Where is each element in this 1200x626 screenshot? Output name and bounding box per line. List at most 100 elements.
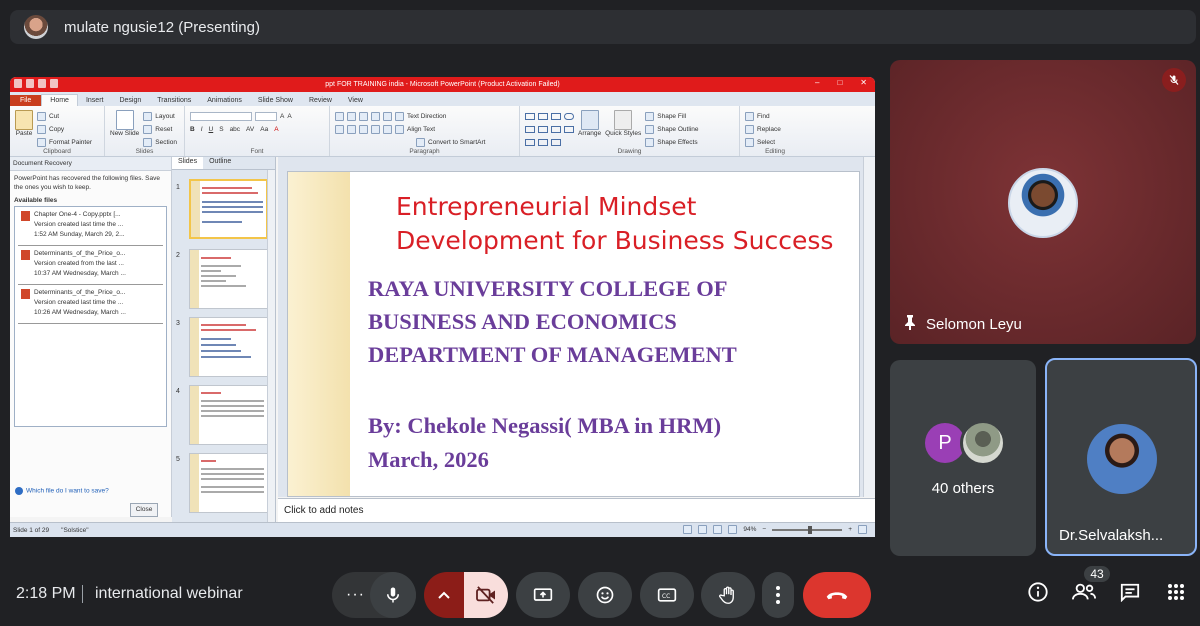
underline-icon[interactable]: U (209, 126, 214, 133)
quick-styles-button[interactable]: Quick Styles (605, 110, 641, 149)
participant-tile-selvalakshmi[interactable]: Dr.Selvalaksh... (1045, 358, 1197, 556)
raise-hand-button[interactable] (701, 572, 755, 618)
bullets-icon[interactable] (335, 112, 344, 121)
slide-thumbnail[interactable] (189, 385, 268, 445)
captions-button[interactable]: CC (640, 572, 694, 618)
reading-view-icon[interactable] (713, 525, 723, 534)
align-right-icon[interactable] (359, 125, 368, 134)
camera-button[interactable] (464, 572, 508, 618)
zoom-in-icon[interactable]: + (848, 526, 852, 533)
tab-view[interactable]: View (340, 95, 371, 106)
tab-slides[interactable]: Slides (172, 157, 204, 169)
reactions-button[interactable] (578, 572, 632, 618)
convert-smartart-button[interactable]: Convert to SmartArt (428, 139, 485, 146)
align-left-icon[interactable] (335, 125, 344, 134)
tab-transitions[interactable]: Transitions (149, 95, 199, 106)
fit-slide-icon[interactable] (858, 525, 867, 534)
text-direction-button[interactable]: Text Direction (407, 113, 446, 120)
replace-icon (745, 125, 754, 134)
slide-scrollbar[interactable] (863, 157, 875, 497)
slide-thumbnail[interactable] (189, 453, 268, 513)
present-screen-button[interactable] (516, 572, 570, 618)
microphone-button[interactable] (370, 572, 416, 618)
slideshow-view-icon[interactable] (728, 525, 738, 534)
bold-icon[interactable]: B (190, 126, 195, 133)
arrange-button[interactable]: Arrange (578, 110, 601, 149)
find-button[interactable]: Find (745, 110, 805, 123)
new-slide-button[interactable]: New Slide (110, 110, 139, 149)
slide-title[interactable]: Entrepreneurial Mindset Development for … (396, 190, 833, 258)
camera-options-button[interactable] (424, 572, 464, 618)
activities-button[interactable] (1164, 580, 1188, 604)
meeting-details-button[interactable] (1026, 580, 1050, 604)
more-audio-options-icon[interactable]: ··· (346, 586, 365, 604)
align-text-button[interactable]: Align Text (407, 126, 435, 133)
sorter-view-icon[interactable] (698, 525, 708, 534)
cut-button[interactable]: Cut (37, 110, 92, 123)
participant-tile-selomon[interactable]: Selomon Leyu (890, 60, 1196, 344)
recovery-close-button[interactable]: Close (130, 503, 158, 517)
more-options-button[interactable] (762, 572, 794, 618)
tab-slide-show[interactable]: Slide Show (250, 95, 301, 106)
redo-icon[interactable] (50, 79, 58, 88)
participant-tile-others[interactable]: P 40 others (890, 360, 1036, 556)
reset-button[interactable]: Reset (143, 123, 177, 136)
camera-off-icon (476, 586, 495, 604)
copy-button[interactable]: Copy (37, 123, 92, 136)
tab-file[interactable]: File (10, 95, 42, 106)
spacing-icon[interactable]: AV (246, 126, 254, 133)
slide-author[interactable]: By: Chekole Negassi( MBA in HRM) March, … (368, 409, 721, 477)
thumbnail-scrollbar[interactable] (267, 170, 275, 522)
case-icon[interactable]: Aa (260, 126, 268, 133)
maximize-icon[interactable]: □ (837, 78, 842, 87)
slide-thumbnail[interactable] (189, 179, 268, 239)
align-center-icon[interactable] (347, 125, 356, 134)
notes-pane[interactable]: Click to add notes (278, 498, 875, 522)
pin-icon[interactable] (904, 314, 916, 334)
which-file-help-link[interactable]: Which file do I want to save? (15, 487, 109, 495)
tab-design[interactable]: Design (111, 95, 149, 106)
grow-font-icon[interactable]: A (280, 113, 284, 120)
line-spacing-icon[interactable] (383, 112, 392, 121)
normal-view-icon[interactable] (683, 525, 693, 534)
undo-icon[interactable] (38, 79, 46, 88)
recovery-file-item[interactable]: Chapter One-4 - Copy.pptx [... Version c… (18, 207, 163, 246)
numbering-icon[interactable] (347, 112, 356, 121)
font-color-icon[interactable]: A (274, 126, 278, 133)
current-slide[interactable]: Entrepreneurial Mindset Development for … (287, 171, 860, 497)
italic-icon[interactable]: I (201, 126, 203, 133)
chat-button[interactable] (1118, 580, 1142, 604)
tab-insert[interactable]: Insert (78, 95, 112, 106)
paste-button[interactable]: Paste (15, 110, 33, 149)
layout-button[interactable]: Layout (143, 110, 177, 123)
font-name-select[interactable] (190, 112, 252, 121)
tab-review[interactable]: Review (301, 95, 340, 106)
minimize-icon[interactable]: – (815, 78, 819, 87)
slide-thumbnail[interactable] (189, 249, 268, 309)
indent-icon[interactable] (359, 112, 368, 121)
close-window-icon[interactable]: ✕ (860, 78, 867, 87)
zoom-out-icon[interactable]: − (762, 526, 766, 533)
shape-fill-button[interactable]: Shape Fill (645, 110, 698, 123)
tab-animations[interactable]: Animations (199, 95, 250, 106)
save-icon[interactable] (26, 79, 34, 88)
tab-home[interactable]: Home (41, 94, 78, 106)
replace-button[interactable]: Replace (745, 123, 805, 136)
strike-icon[interactable]: abc (230, 126, 240, 133)
outdent-icon[interactable] (371, 112, 380, 121)
justify-icon[interactable] (371, 125, 380, 134)
shapes-gallery[interactable] (525, 110, 574, 149)
zoom-slider[interactable] (772, 525, 843, 534)
people-button[interactable] (1072, 580, 1096, 604)
shrink-font-icon[interactable]: A (287, 113, 291, 120)
shadow-icon[interactable]: S (219, 126, 223, 133)
recovery-file-item[interactable]: Determinants_of_the_Price_o... Version c… (18, 285, 163, 324)
tab-outline[interactable]: Outline (203, 157, 237, 169)
leave-call-button[interactable] (803, 572, 871, 618)
font-size-select[interactable] (255, 112, 277, 121)
slide-thumbnail[interactable] (189, 317, 268, 377)
shape-outline-button[interactable]: Shape Outline (645, 123, 698, 136)
recovery-file-item[interactable]: Determinants_of_the_Price_o... Version c… (18, 246, 163, 285)
columns-icon[interactable] (383, 125, 392, 134)
slide-body[interactable]: RAYA UNIVERSITY COLLEGE OF BUSINESS AND … (368, 272, 737, 371)
